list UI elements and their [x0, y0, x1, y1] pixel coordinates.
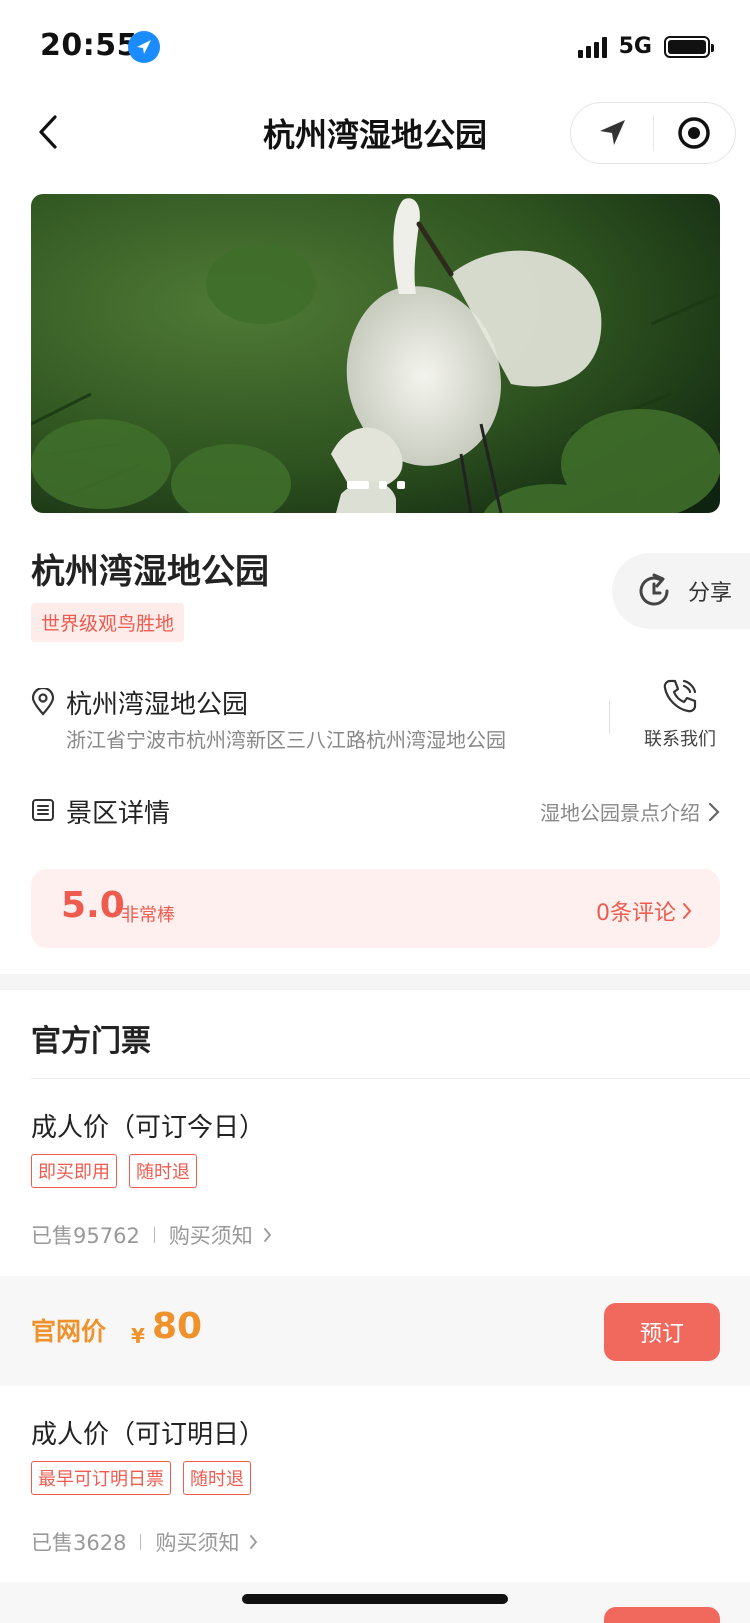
record-button[interactable]	[654, 102, 736, 164]
divider	[31, 1078, 750, 1079]
reviews-count: 0条评论	[596, 901, 676, 926]
ticket-tag: 随时退	[129, 1154, 197, 1188]
navigate-button[interactable]	[571, 102, 653, 164]
ticket-tag: 最早可订明日票	[31, 1461, 171, 1495]
ticket-tag: 随时退	[183, 1461, 251, 1495]
rating-score: 5.0	[61, 885, 125, 926]
contact-label: 联系我们	[644, 729, 716, 750]
network-label: 5G	[618, 34, 652, 59]
address-name[interactable]: 杭州湾湿地公园	[66, 684, 248, 721]
ticket-name: 成人价（可订明日）	[31, 1420, 266, 1450]
price-label: 官网价	[31, 1317, 107, 1346]
share-icon	[639, 573, 669, 606]
ticket-tags: 最早可订明日票 随时退	[31, 1461, 251, 1495]
chevron-right-icon	[250, 1535, 258, 1549]
phone-icon	[663, 679, 697, 713]
chevron-right-icon	[683, 903, 692, 919]
book-button[interactable]: 预订	[604, 1303, 720, 1361]
share-label: 分享	[688, 581, 733, 606]
carousel-dots	[31, 481, 720, 489]
share-button[interactable]: 分享	[612, 553, 750, 629]
poi-title: 杭州湾湿地公园	[31, 552, 269, 592]
signal-icon	[577, 36, 607, 58]
price-row: 官网价 ¥ 80 预订	[0, 1276, 750, 1386]
price-value: 80	[152, 1306, 203, 1347]
scenic-detail-link[interactable]: 湿地公园景点介绍	[540, 797, 720, 826]
section-separator	[0, 974, 750, 990]
reviews-link[interactable]: 0条评论	[596, 895, 692, 927]
scenic-detail-title: 景区详情	[66, 799, 171, 829]
ticket-meta: 已售95762 购买须知	[31, 1220, 272, 1250]
status-bar: 20:55 5G	[0, 0, 750, 92]
price-currency: ¥	[131, 1324, 145, 1348]
ticket-name: 成人价（可订今日）	[31, 1113, 266, 1143]
rating-word: 非常棒	[121, 905, 175, 926]
nav-bar: 杭州湾湿地公园	[0, 92, 750, 172]
divider	[609, 700, 610, 734]
ticket-tags: 即买即用 随时退	[31, 1154, 197, 1188]
battery-icon	[664, 35, 714, 58]
tickets-section-title: 官方门票	[31, 1024, 151, 1059]
scenic-detail-link-label: 湿地公园景点介绍	[540, 801, 700, 825]
address-detail[interactable]: 浙江省宁波市杭州湾新区三八江路杭州湾湿地公园	[66, 724, 506, 753]
ticket-meta: 已售3628 购买须知	[31, 1527, 258, 1557]
contact-button[interactable]: 联系我们	[635, 677, 725, 751]
status-time: 20:55	[40, 28, 138, 63]
chevron-right-icon	[708, 802, 720, 821]
egret-photo	[31, 194, 720, 513]
mini-program-capsule	[570, 102, 736, 164]
chevron-right-icon	[263, 1228, 271, 1242]
purchase-notice-link[interactable]: 购买须知	[155, 1527, 239, 1557]
rating-card[interactable]: 5.0 非常棒 0条评论	[31, 869, 720, 948]
record-target-icon	[678, 117, 710, 149]
location-arrow-icon	[128, 31, 160, 63]
ticket-sold: 已售95762	[31, 1224, 140, 1248]
location-pin-icon	[31, 688, 55, 716]
home-indicator	[242, 1594, 508, 1604]
document-list-icon	[32, 799, 54, 821]
ticket-sold: 已售3628	[31, 1531, 127, 1555]
poi-tag: 世界级观鸟胜地	[31, 603, 185, 642]
banner-carousel[interactable]	[31, 194, 720, 513]
ticket-tag: 即买即用	[31, 1154, 117, 1188]
purchase-notice-link[interactable]: 购买须知	[169, 1220, 253, 1250]
book-button-peek[interactable]	[604, 1607, 720, 1623]
navigate-arrow-icon	[599, 120, 625, 145]
